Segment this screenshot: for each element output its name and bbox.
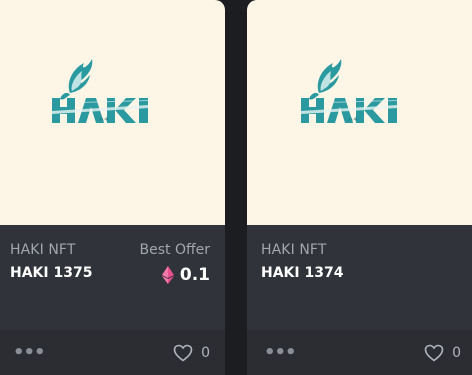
- like-button[interactable]: 0: [173, 344, 210, 362]
- like-count: 0: [201, 345, 210, 361]
- haki-logo: ハキ: [52, 59, 148, 123]
- best-offer-label: Best Offer: [139, 242, 211, 258]
- nft-image[interactable]: ハキ: [0, 0, 225, 225]
- nft-name[interactable]: HAKI 1375: [10, 265, 92, 281]
- svg-text:ハキ: ハキ: [99, 117, 109, 123]
- card-info: HAKI NFT HAKI 1374: [247, 225, 472, 330]
- price-value: 0.1: [179, 265, 210, 285]
- heart-icon[interactable]: [424, 344, 444, 362]
- nft-card-1374[interactable]: ハキ HAKI NFT HAKI 1374 ••• 0: [247, 0, 472, 375]
- svg-text:ハキ: ハキ: [348, 117, 358, 123]
- ethereum-icon: [161, 266, 174, 284]
- collection-name[interactable]: HAKI NFT: [261, 242, 327, 258]
- more-dots-icon[interactable]: •••: [264, 344, 297, 362]
- heart-icon[interactable]: [173, 344, 193, 362]
- card-footer: ••• 0: [0, 330, 225, 375]
- like-count: 0: [452, 345, 461, 361]
- haki-logo: ハキ: [301, 59, 397, 123]
- nft-image[interactable]: ハキ: [247, 0, 472, 225]
- nft-name[interactable]: HAKI 1374: [261, 265, 343, 281]
- more-dots-icon[interactable]: •••: [13, 344, 46, 362]
- like-button[interactable]: 0: [424, 344, 461, 362]
- card-info: HAKI NFT HAKI 1375 Best Offer 0.1: [0, 225, 225, 330]
- nft-card-1375[interactable]: ハキ HAKI NFT HAKI 1375 Best Offer 0.1 •••…: [0, 0, 225, 375]
- card-footer: ••• 0: [247, 330, 472, 375]
- collection-name[interactable]: HAKI NFT: [10, 242, 76, 258]
- price: 0.1: [161, 265, 210, 285]
